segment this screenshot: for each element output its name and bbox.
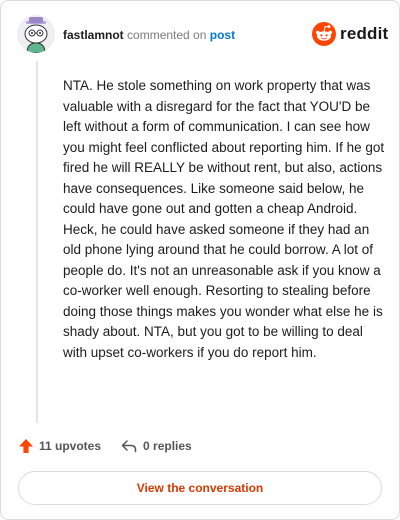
upvote-count: 11 upvotes [39,439,102,453]
reddit-logo[interactable]: reddit [312,22,388,46]
comment-body: NTA. He stole something on work property… [63,78,385,360]
reddit-snoo-icon [312,22,336,46]
avatar[interactable] [17,15,55,53]
reply-button[interactable]: 0 replies [121,439,192,453]
reply-arrow-icon [121,440,137,453]
upvote-arrow-icon [19,439,33,453]
post-link[interactable]: post [210,28,235,42]
comment-author[interactable]: fastlamnot [63,28,124,42]
snoo-avatar-icon [17,15,55,53]
comment-actions: 11 upvotes 0 replies [19,439,192,453]
comment-action-text: commented on [127,28,207,42]
reply-count: 0 replies [143,439,192,453]
comment-card: fastlamnot commented on post reddit NTA.… [0,0,400,520]
thread-line [36,61,38,423]
brand-name: reddit [340,24,389,43]
view-conversation-label: View the conversation [136,481,264,495]
view-conversation-button[interactable]: View the conversation [18,471,382,505]
comment-header: fastlamnot commented on post [63,28,235,42]
upvote-button[interactable]: 11 upvotes [19,439,101,453]
